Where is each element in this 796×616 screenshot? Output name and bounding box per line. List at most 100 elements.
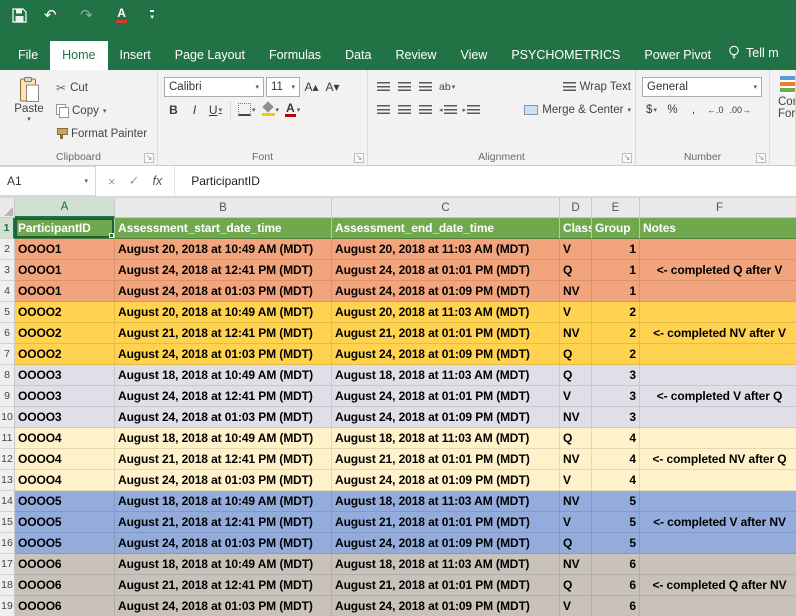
row-number[interactable]: 11	[0, 428, 15, 449]
cell-A6[interactable]: OOOO2	[15, 323, 115, 344]
font-name-select[interactable]: Calibri ▾	[164, 76, 264, 97]
comma-style-button[interactable]: ,	[684, 100, 703, 120]
cell-B14[interactable]: August 18, 2018 at 10:49 AM (MDT)	[115, 491, 332, 512]
cell-E15[interactable]: 5	[592, 512, 640, 533]
orientation-button[interactable]: ab ▾	[437, 77, 457, 97]
fill-color-button[interactable]: ▾	[260, 100, 282, 120]
cell-F19[interactable]	[640, 596, 796, 616]
cell-C3[interactable]: August 24, 2018 at 01:01 PM (MDT)	[332, 260, 560, 281]
increase-font-size-button[interactable]: A▴	[302, 77, 321, 97]
undo-button[interactable]: ↶ ▾	[44, 8, 63, 23]
cell-B12[interactable]: August 21, 2018 at 12:41 PM (MDT)	[115, 449, 332, 470]
cell-F18[interactable]: <- completed Q after NV	[640, 575, 796, 596]
cell-E2[interactable]: 1	[592, 239, 640, 260]
cell-D1[interactable]: Class	[560, 218, 592, 239]
tab-home[interactable]: Home	[50, 41, 108, 70]
cut-button[interactable]: ✂ Cut	[56, 77, 147, 98]
cell-A7[interactable]: OOOO2	[15, 344, 115, 365]
cell-A8[interactable]: OOOO3	[15, 365, 115, 386]
tab-data[interactable]: Data	[333, 41, 383, 70]
column-header-c[interactable]: C	[332, 198, 560, 218]
font-dialog-launcher[interactable]: ↘	[354, 153, 364, 163]
row-number[interactable]: 1	[0, 218, 15, 239]
row-number[interactable]: 10	[0, 407, 15, 428]
cell-E6[interactable]: 2	[592, 323, 640, 344]
underline-button[interactable]: U ▾	[206, 100, 225, 120]
cell-E9[interactable]: 3	[592, 386, 640, 407]
row-number[interactable]: 2	[0, 239, 15, 260]
cell-C10[interactable]: August 24, 2018 at 01:09 PM (MDT)	[332, 407, 560, 428]
customize-qat-button[interactable]: ▾	[150, 9, 154, 21]
cell-D16[interactable]: Q	[560, 533, 592, 554]
cell-E10[interactable]: 3	[592, 407, 640, 428]
cell-E1[interactable]: Group	[592, 218, 640, 239]
font-size-select[interactable]: 11 ▾	[266, 76, 300, 97]
cell-A10[interactable]: OOOO3	[15, 407, 115, 428]
align-middle-button[interactable]	[395, 77, 414, 97]
cell-A18[interactable]: OOOO6	[15, 575, 115, 596]
cell-F7[interactable]	[640, 344, 796, 365]
cell-E19[interactable]: 6	[592, 596, 640, 616]
cell-B9[interactable]: August 24, 2018 at 12:41 PM (MDT)	[115, 386, 332, 407]
cancel-icon[interactable]: ×	[108, 174, 116, 189]
cell-B10[interactable]: August 24, 2018 at 01:03 PM (MDT)	[115, 407, 332, 428]
cell-A16[interactable]: OOOO5	[15, 533, 115, 554]
tab-review[interactable]: Review	[383, 41, 448, 70]
cell-C5[interactable]: August 20, 2018 at 11:03 AM (MDT)	[332, 302, 560, 323]
cell-A14[interactable]: OOOO5	[15, 491, 115, 512]
cell-B7[interactable]: August 24, 2018 at 01:03 PM (MDT)	[115, 344, 332, 365]
cell-C1[interactable]: Assessment_end_date_time	[332, 218, 560, 239]
cell-C7[interactable]: August 24, 2018 at 01:09 PM (MDT)	[332, 344, 560, 365]
cell-D7[interactable]: Q	[560, 344, 592, 365]
cell-C11[interactable]: August 18, 2018 at 11:03 AM (MDT)	[332, 428, 560, 449]
cell-C4[interactable]: August 24, 2018 at 01:09 PM (MDT)	[332, 281, 560, 302]
cell-A17[interactable]: OOOO6	[15, 554, 115, 575]
row-number[interactable]: 12	[0, 449, 15, 470]
cell-D2[interactable]: V	[560, 239, 592, 260]
cell-F2[interactable]	[640, 239, 796, 260]
cell-D9[interactable]: V	[560, 386, 592, 407]
column-header-e[interactable]: E	[592, 198, 640, 218]
cell-A2[interactable]: OOOO1	[15, 239, 115, 260]
format-painter-button[interactable]: Format Painter	[56, 123, 147, 144]
cell-B19[interactable]: August 24, 2018 at 01:03 PM (MDT)	[115, 596, 332, 616]
tab-file[interactable]: File	[6, 41, 50, 70]
column-header-b[interactable]: B	[115, 198, 332, 218]
row-number[interactable]: 14	[0, 491, 15, 512]
cell-B1[interactable]: Assessment_start_date_time	[115, 218, 332, 239]
row-number[interactable]: 17	[0, 554, 15, 575]
decrease-decimal-button[interactable]: .00→	[728, 100, 754, 120]
cell-E12[interactable]: 4	[592, 449, 640, 470]
cell-F8[interactable]	[640, 365, 796, 386]
accounting-format-button[interactable]: $ ▾	[642, 100, 661, 120]
row-number[interactable]: 19	[0, 596, 15, 616]
cell-D18[interactable]: Q	[560, 575, 592, 596]
row-number[interactable]: 16	[0, 533, 15, 554]
tab-page-layout[interactable]: Page Layout	[163, 41, 257, 70]
row-number[interactable]: 13	[0, 470, 15, 491]
cell-E18[interactable]: 6	[592, 575, 640, 596]
percent-style-button[interactable]: %	[663, 100, 682, 120]
cell-F10[interactable]	[640, 407, 796, 428]
cell-D6[interactable]: NV	[560, 323, 592, 344]
row-number[interactable]: 18	[0, 575, 15, 596]
save-button[interactable]	[12, 7, 27, 23]
cell-D10[interactable]: NV	[560, 407, 592, 428]
cell-D19[interactable]: V	[560, 596, 592, 616]
cell-C9[interactable]: August 24, 2018 at 01:01 PM (MDT)	[332, 386, 560, 407]
decrease-font-size-button[interactable]: A▾	[323, 77, 342, 97]
cell-F16[interactable]	[640, 533, 796, 554]
cell-E11[interactable]: 4	[592, 428, 640, 449]
column-header-f[interactable]: F	[640, 198, 796, 218]
cell-F5[interactable]	[640, 302, 796, 323]
cell-A19[interactable]: OOOO6	[15, 596, 115, 616]
align-top-button[interactable]	[374, 77, 393, 97]
font-color-button[interactable]: A ▾	[283, 100, 302, 120]
cell-D13[interactable]: V	[560, 470, 592, 491]
row-number[interactable]: 4	[0, 281, 15, 302]
cell-D8[interactable]: Q	[560, 365, 592, 386]
bold-button[interactable]: B	[164, 100, 183, 120]
tab-insert[interactable]: Insert	[108, 41, 163, 70]
row-number[interactable]: 5	[0, 302, 15, 323]
cell-B17[interactable]: August 18, 2018 at 10:49 AM (MDT)	[115, 554, 332, 575]
